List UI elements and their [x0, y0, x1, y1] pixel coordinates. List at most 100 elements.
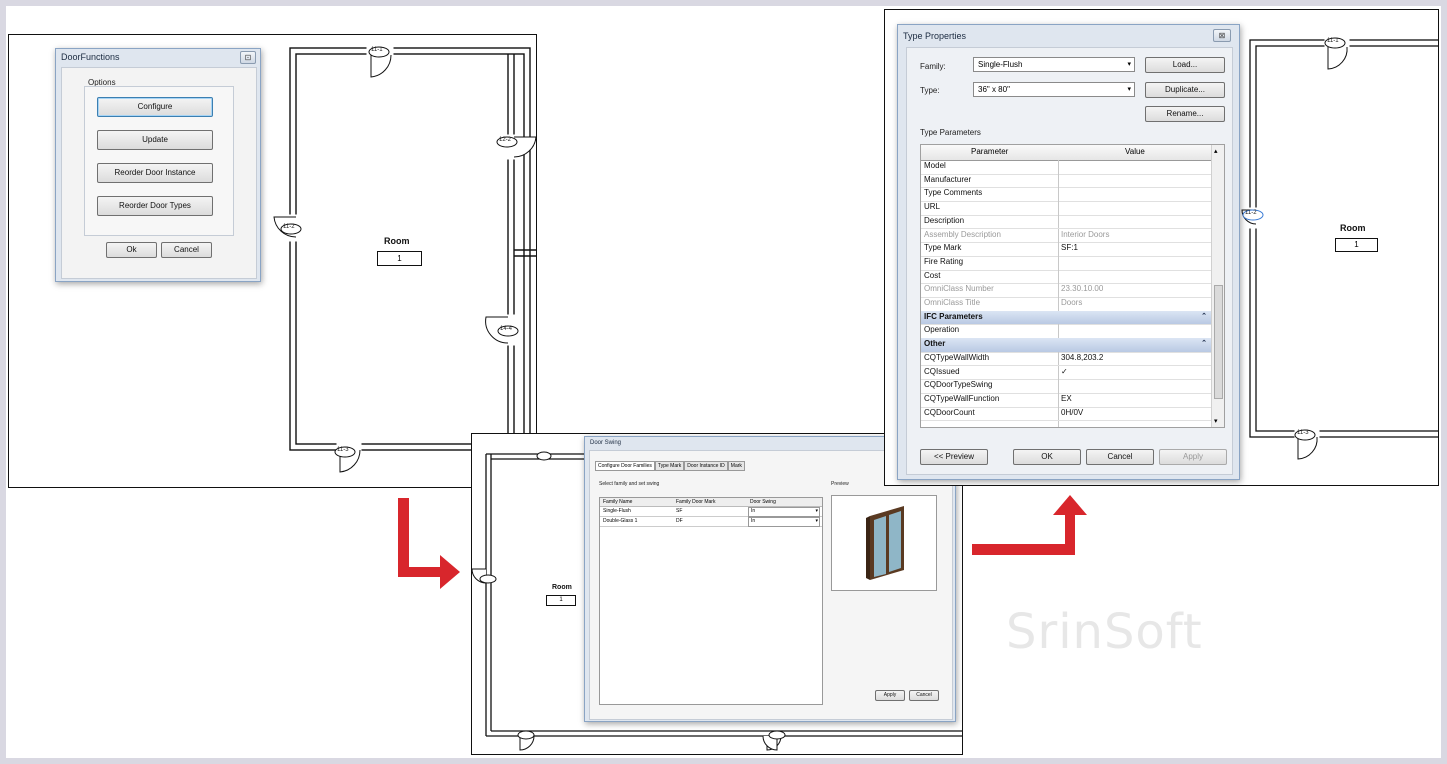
parameter-row[interactable]: Assembly Description Interior Doors — [921, 228, 1211, 244]
parameter-row[interactable]: Fire Rating — [921, 255, 1211, 271]
flow-arrow-right-up — [972, 495, 1087, 555]
table-row[interactable]: Double-Glass 1 DF In ▾ — [600, 517, 822, 527]
cancel-button[interactable]: Cancel — [909, 690, 939, 701]
tab-door-instance-id[interactable]: Door Instance ID — [684, 461, 728, 471]
parameter-row[interactable]: CQDoorTypeSwing — [921, 379, 1211, 394]
duplicate-button[interactable]: Duplicate... — [1145, 82, 1225, 98]
dialog-title: Type Properties — [903, 31, 967, 41]
door-tag-label: 11-3 — [337, 447, 349, 453]
family-select[interactable]: Single-Flush ▾ — [973, 57, 1135, 72]
parameter-group-header[interactable]: IFC Parameters ⌃ — [921, 310, 1211, 326]
floorplan-panel-3: 11-1 11-2 11-3 Room 1 Type Properties ⊠ … — [884, 9, 1439, 486]
parameter-row[interactable]: Operation — [921, 324, 1211, 340]
load-button[interactable]: Load... — [1145, 57, 1225, 73]
door-families-table: Family Name Family Door Mark Door Swing … — [599, 497, 823, 705]
parameter-row[interactable]: CQDoorCount 0H/0V — [921, 406, 1211, 422]
dialog-title: Door Swing — [590, 440, 622, 446]
parameter-value: Interior Doors — [1061, 229, 1110, 239]
tab-type-mark[interactable]: Type Mark — [654, 461, 685, 471]
parameter-row[interactable]: CQTypeWallWidth 304.8,203.2 — [921, 351, 1211, 367]
preview-button[interactable]: << Preview — [920, 449, 988, 465]
ok-button[interactable]: OK — [1013, 449, 1081, 465]
cancel-button[interactable]: Cancel — [1086, 449, 1154, 465]
parameter-name: Fire Rating — [924, 256, 964, 266]
door-functions-dialog: DoorFunctions ⊡ Options Configure Update… — [55, 48, 261, 282]
update-button[interactable]: Update — [97, 130, 213, 150]
type-properties-dialog: Type Properties ⊠ Family: Single-Flush ▾ … — [897, 24, 1240, 480]
close-icon[interactable]: ⊡ — [240, 51, 256, 64]
apply-button[interactable]: Apply — [875, 690, 905, 701]
cell-divider — [1058, 269, 1059, 284]
watermark: SrinSoft — [1006, 604, 1203, 660]
reorder-door-instance-button[interactable]: Reorder Door Instance — [97, 163, 213, 183]
cell-divider — [1058, 228, 1059, 243]
group-label: IFC Parameters — [924, 311, 983, 321]
tab-mark[interactable]: Mark — [727, 461, 745, 471]
parameter-row[interactable]: CQIssued ✓ — [921, 365, 1211, 381]
parameter-group-header[interactable]: Other ⌃ — [921, 338, 1211, 353]
chevron-down-icon: ▾ — [815, 508, 818, 514]
cell-divider — [1058, 365, 1059, 380]
cell-divider — [1058, 283, 1059, 297]
type-label: Type: — [920, 86, 940, 95]
parameter-row[interactable]: CQTypeWallFunction EX — [921, 392, 1211, 408]
cell-divider — [1058, 214, 1059, 229]
apply-button[interactable]: Apply — [1159, 449, 1227, 465]
parameter-row[interactable]: OmniClass Number 23.30.10.00 — [921, 283, 1211, 298]
grid-header: Parameter Value — [921, 145, 1211, 161]
scroll-down-icon[interactable]: ▾ — [1214, 417, 1218, 425]
parameter-name: CQDoorCount — [924, 407, 975, 417]
swing-select[interactable]: In ▾ — [748, 507, 820, 517]
close-icon[interactable]: ⊠ — [1213, 29, 1231, 42]
parameter-name: Model — [924, 161, 946, 170]
cell-divider — [1058, 406, 1059, 421]
vertical-scrollbar[interactable]: ▴ ▾ — [1211, 145, 1224, 427]
table-row[interactable]: Single-Flush SF In ▾ — [600, 507, 822, 517]
parameter-name: Cost — [924, 270, 941, 280]
parameter-name: Description — [924, 215, 965, 225]
parameter-name: CQIssued — [924, 366, 960, 376]
preview-box — [831, 495, 937, 591]
configure-button[interactable]: Configure — [97, 97, 213, 117]
rename-button[interactable]: Rename... — [1145, 106, 1225, 122]
swing-value: In — [751, 508, 756, 514]
cell-divider — [1058, 173, 1059, 188]
column-header: Family Name — [603, 499, 633, 505]
type-value: 36" x 80" — [978, 85, 1010, 94]
door-tag-label: 12-2 — [499, 137, 512, 143]
cancel-button[interactable]: Cancel — [161, 242, 212, 258]
parameter-row[interactable]: Type Mark SF:1 — [921, 242, 1211, 257]
collapse-icon[interactable]: ⌃ — [1201, 312, 1207, 320]
family-name: Single-Flush — [603, 508, 631, 514]
reorder-door-types-button[interactable]: Reorder Door Types — [97, 196, 213, 216]
tab-configure-door-families[interactable]: Configure Door Families — [595, 461, 655, 471]
swing-select[interactable]: In ▾ — [748, 517, 820, 527]
scroll-thumb[interactable] — [1214, 285, 1223, 399]
parameter-row[interactable]: Type Comments — [921, 187, 1211, 203]
room-label: Room — [384, 236, 410, 246]
ok-button[interactable]: Ok — [106, 242, 157, 258]
family-name: Double-Glass 1 — [603, 518, 638, 524]
parameter-row[interactable]: Manufacturer — [921, 173, 1211, 189]
flow-arrow-down-right — [398, 498, 460, 589]
parameter-row[interactable]: OmniClass Title Doors — [921, 297, 1211, 312]
collapse-icon[interactable]: ⌃ — [1201, 339, 1207, 347]
room-label: Room — [552, 584, 572, 591]
parameter-row[interactable]: Model — [921, 160, 1211, 175]
cell-divider — [1058, 379, 1059, 393]
parameter-row[interactable]: Description — [921, 214, 1211, 230]
scroll-up-icon[interactable]: ▴ — [1214, 147, 1218, 155]
parameter-value: 0H/0V — [1061, 407, 1084, 417]
cell-divider — [1058, 324, 1059, 339]
column-header-value: Value — [1125, 147, 1145, 156]
parameter-value: SF:1 — [1061, 243, 1078, 253]
parameter-name: OmniClass Number — [924, 284, 994, 294]
door-tag-label: 14-4 — [500, 326, 513, 332]
parameter-row[interactable]: URL — [921, 201, 1211, 216]
parameter-name: Operation — [924, 325, 960, 335]
door-preview-image — [866, 506, 904, 580]
parameter-row[interactable]: Cost — [921, 269, 1211, 285]
column-header: Family Door Mark — [676, 499, 716, 505]
room-number: 1 — [546, 595, 576, 606]
type-select[interactable]: 36" x 80" ▾ — [973, 82, 1135, 97]
